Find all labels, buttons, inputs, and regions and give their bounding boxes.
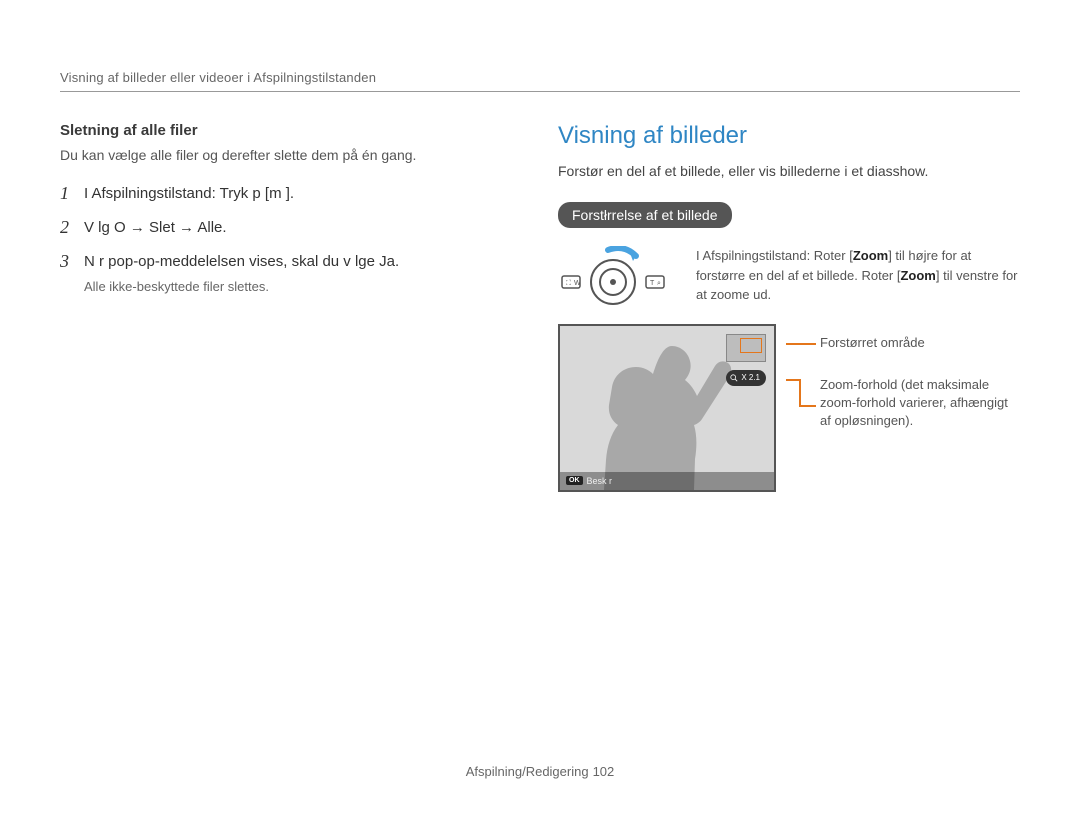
steps-list: 1 I Afspilningstilstand: Tryk p [m ]. 2 … bbox=[60, 183, 522, 296]
arrow-icon: → bbox=[179, 219, 194, 236]
magnifier-icon bbox=[730, 374, 738, 382]
arrow-icon: → bbox=[130, 219, 145, 236]
delete-all-heading: Sletning af alle ﬁler bbox=[60, 122, 522, 139]
step2-mid2: Alle. bbox=[194, 219, 227, 236]
callouts: Forstørret område Zoom-forhold (det maks… bbox=[786, 324, 1020, 436]
section-intro: Forstør en del af et billede, eller vis … bbox=[558, 162, 1020, 182]
section-title: Visning af billeder bbox=[558, 122, 1020, 150]
step-text: I Afspilningstilstand: Tryk p [m ]. bbox=[84, 183, 294, 205]
callout-connector-icon bbox=[786, 334, 820, 354]
zoom-keyword: Zoom bbox=[900, 268, 935, 283]
dial-w-label: W bbox=[574, 280, 581, 287]
callout-text: Forstørret område bbox=[820, 334, 925, 352]
zoom-desc-part1: I Afspilningstilstand: Roter [ bbox=[696, 248, 853, 263]
callout-connector-icon bbox=[786, 376, 820, 436]
content-columns: Sletning af alle ﬁler Du kan vælge alle … bbox=[60, 122, 1020, 492]
page-header: Visning af billeder eller videoer i Afsp… bbox=[60, 70, 1020, 92]
step-text: N r pop-op-meddelelsen vises, skal du v … bbox=[84, 251, 399, 273]
zoom-instruction-row: ⛶ W T ⌕ I Afspilningstilstand: Roter [Zo… bbox=[558, 246, 1020, 306]
footer-section: Afspilning/Redigering bbox=[466, 764, 589, 779]
step-2: 2 V lg O → Slet → Alle. bbox=[60, 217, 522, 239]
step-content: N r pop-op-meddelelsen vises, skal du v … bbox=[84, 251, 399, 296]
ok-bar: OK Besk r bbox=[560, 472, 774, 490]
step2-mid1: Slet bbox=[145, 219, 179, 236]
page-footer: Afspilning/Redigering 102 bbox=[0, 764, 1080, 779]
step-note: Alle ikke-beskyttede ﬁler slettes. bbox=[84, 277, 399, 297]
zoom-dial-illustration: ⛶ W T ⌕ bbox=[558, 246, 678, 306]
callout-2: Zoom-forhold (det maksimale zoom-forhold… bbox=[786, 376, 1020, 436]
ok-text: Besk r bbox=[587, 476, 613, 486]
manual-page: Visning af billeder eller videoer i Afsp… bbox=[0, 0, 1080, 815]
page-number: 102 bbox=[593, 764, 615, 779]
zoom-ratio-value: X 2.1 bbox=[741, 373, 760, 382]
zoom-ratio-badge: X 2.1 bbox=[726, 370, 766, 386]
step2-prefix: V lg O bbox=[84, 219, 130, 236]
callout-1: Forstørret område bbox=[786, 334, 1020, 354]
svg-text:⛶: ⛶ bbox=[566, 279, 571, 287]
step-number: 2 bbox=[60, 217, 74, 239]
preview-row: X 2.1 OK Besk r Forstørret område bbox=[558, 324, 1020, 492]
zoom-keyword: Zoom bbox=[853, 248, 888, 263]
svg-text:⌕: ⌕ bbox=[657, 280, 661, 287]
screen-preview: X 2.1 OK Besk r bbox=[558, 324, 776, 492]
zoom-description: I Afspilningstilstand: Roter [Zoom] til … bbox=[696, 246, 1020, 305]
thumbnail-box bbox=[726, 334, 766, 362]
subsection-pill: Forstłrrelse af et billede bbox=[558, 202, 732, 228]
dial-t-label: T bbox=[650, 280, 655, 287]
right-column: Visning af billeder Forstør en del af et… bbox=[558, 122, 1020, 492]
step-number: 1 bbox=[60, 183, 74, 205]
delete-all-body: Du kan vælge alle ﬁler og derefter slett… bbox=[60, 145, 522, 165]
callout-text: Zoom-forhold (det maksimale zoom-forhold… bbox=[820, 376, 1020, 431]
step-text: V lg O → Slet → Alle. bbox=[84, 217, 227, 239]
step-1: 1 I Afspilningstilstand: Tryk p [m ]. bbox=[60, 183, 522, 205]
step-3: 3 N r pop-op-meddelelsen vises, skal du … bbox=[60, 251, 522, 296]
breadcrumb: Visning af billeder eller videoer i Afsp… bbox=[60, 70, 1020, 85]
ok-chip: OK bbox=[566, 476, 583, 485]
silhouette-icon bbox=[586, 342, 736, 490]
thumbnail-highlight bbox=[740, 338, 762, 353]
step-number: 3 bbox=[60, 251, 74, 273]
left-column: Sletning af alle ﬁler Du kan vælge alle … bbox=[60, 122, 522, 492]
